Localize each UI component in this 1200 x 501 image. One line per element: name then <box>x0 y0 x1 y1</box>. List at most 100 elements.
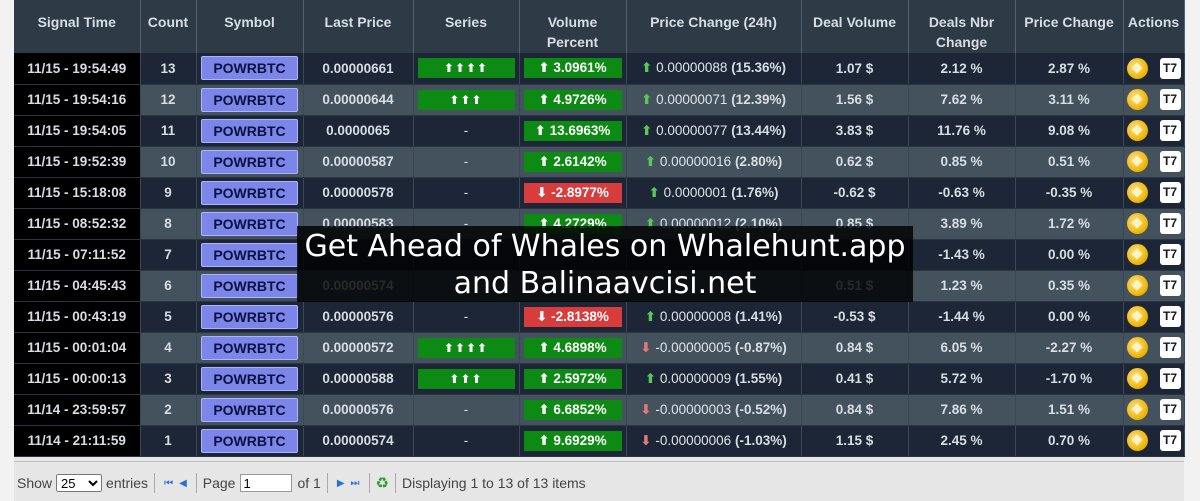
series-badge: ⬆⬆⬆ <box>417 368 515 389</box>
next-page-icon[interactable]: ▶ <box>337 478 345 489</box>
col-signal-time[interactable]: Signal Time <box>14 0 141 53</box>
symbol-button[interactable]: POWRBTC <box>201 87 298 112</box>
tradingview-icon[interactable]: T7 <box>1159 399 1181 420</box>
tradingview-icon[interactable]: T7 <box>1159 306 1181 327</box>
price-change-24h-cell: ⬆ 0.00000088 (15.36%) <box>626 53 802 85</box>
series-empty: - <box>463 185 469 200</box>
tradingview-icon[interactable]: T7 <box>1159 89 1181 110</box>
table-row[interactable]: 11/15 - 19:54:49 13 POWRBTC 0.00000661 ⬆… <box>14 53 1185 85</box>
deals-nbr-change: -1.43 % <box>908 239 1016 271</box>
col-deals-nbr-change[interactable]: Deals Nbr Change <box>908 0 1016 53</box>
signal-time: 11/14 - 21:11:59 <box>14 425 141 457</box>
table-row[interactable]: 11/14 - 21:11:59 1 POWRBTC 0.00000574 - … <box>14 425 1185 457</box>
price-change-value: 0.00000077 <box>656 122 728 138</box>
table-row[interactable]: 11/14 - 23:59:57 2 POWRBTC 0.00000576 - … <box>14 394 1185 426</box>
price-change-24h-cell: ⬆ 0.00000071 (12.39%) <box>626 84 802 116</box>
table-row[interactable]: 11/15 - 19:54:05 11 POWRBTC 0.0000065 - … <box>14 115 1185 147</box>
actions-cell: T7 <box>1123 115 1185 147</box>
col-actions: Actions <box>1123 0 1185 53</box>
symbol-button[interactable]: POWRBTC <box>201 273 298 298</box>
table-row[interactable]: 11/15 - 15:18:08 9 POWRBTC 0.00000578 - … <box>14 177 1185 209</box>
tradingview-icon[interactable]: T7 <box>1159 368 1181 389</box>
table-row[interactable]: 11/15 - 19:54:16 12 POWRBTC 0.00000644 ⬆… <box>14 84 1185 116</box>
binance-coin-icon[interactable] <box>1126 151 1148 172</box>
symbol-button[interactable]: POWRBTC <box>201 56 298 81</box>
series-empty: - <box>463 402 469 417</box>
price-change-24h-cell: ⬆ 0.0000001 (1.76%) <box>626 177 802 209</box>
binance-coin-icon[interactable] <box>1126 337 1148 358</box>
promo-line-1: Get Ahead of Whales on Whalehunt.app <box>304 229 906 264</box>
last-price: 0.00000588 <box>303 363 414 395</box>
tradingview-icon[interactable]: T7 <box>1159 151 1181 172</box>
col-price-change[interactable]: Price Change <box>1015 0 1124 53</box>
col-series[interactable]: Series <box>413 0 520 53</box>
col-count[interactable]: Count <box>140 0 197 53</box>
tradingview-icon[interactable]: T7 <box>1159 57 1181 79</box>
tradingview-icon[interactable]: T7 <box>1159 244 1181 265</box>
last-price: 0.00000578 <box>303 177 414 209</box>
show-label: Show <box>17 475 53 491</box>
binance-coin-icon[interactable] <box>1126 57 1148 79</box>
price-change-value: -0.00000005 <box>655 339 732 355</box>
volume-percent-cell: ⬆ 6.6852% <box>519 394 627 426</box>
price-change: 0.00 % <box>1015 301 1124 333</box>
binance-coin-icon[interactable] <box>1126 182 1148 203</box>
tradingview-icon[interactable]: T7 <box>1159 120 1181 141</box>
col-deal-volume[interactable]: Deal Volume <box>801 0 909 53</box>
actions-cell: T7 <box>1123 301 1185 333</box>
symbol-button[interactable]: POWRBTC <box>201 366 298 391</box>
deal-volume: 1.56 $ <box>801 84 909 116</box>
binance-coin-icon[interactable] <box>1126 120 1148 141</box>
signal-count: 2 <box>140 394 197 426</box>
last-price: 0.00000644 <box>303 84 414 116</box>
page-label: Page <box>202 475 236 491</box>
table-row[interactable]: 11/15 - 00:43:19 5 POWRBTC 0.00000576 - … <box>14 301 1185 333</box>
symbol-button[interactable]: POWRBTC <box>201 428 298 453</box>
price-change-value: 0.00000008 <box>659 308 732 324</box>
table-row[interactable]: 11/15 - 00:00:13 3 POWRBTC 0.00000588 ⬆⬆… <box>14 363 1185 395</box>
tradingview-icon[interactable]: T7 <box>1159 275 1181 296</box>
signal-time: 11/15 - 00:01:04 <box>14 332 141 364</box>
binance-coin-icon[interactable] <box>1126 430 1148 451</box>
symbol-button[interactable]: POWRBTC <box>201 242 298 267</box>
last-page-icon[interactable]: ⏭ <box>351 478 360 489</box>
tradingview-icon[interactable]: T7 <box>1159 182 1181 203</box>
binance-coin-icon[interactable] <box>1126 399 1148 420</box>
signal-count: 10 <box>140 146 197 178</box>
symbol-button[interactable]: POWRBTC <box>201 118 298 143</box>
tradingview-icon[interactable]: T7 <box>1159 213 1181 234</box>
binance-coin-icon[interactable] <box>1126 89 1148 110</box>
refresh-icon[interactable]: ♻ <box>376 474 389 492</box>
binance-coin-icon[interactable] <box>1126 275 1148 296</box>
binance-coin-icon[interactable] <box>1126 306 1148 327</box>
symbol-button[interactable]: POWRBTC <box>201 180 298 205</box>
volume-percent-cell: ⬆ 2.6142% <box>519 146 627 178</box>
last-price: 0.00000587 <box>303 146 414 178</box>
symbol-button[interactable]: POWRBTC <box>201 304 298 329</box>
page-size-select[interactable]: 25 <box>56 474 103 492</box>
prev-page-icon[interactable]: ◀ <box>179 478 187 489</box>
first-page-icon[interactable]: ⏮ <box>164 478 173 489</box>
volume-percent-cell: ⬆ 2.5972% <box>519 363 627 395</box>
symbol-button[interactable]: POWRBTC <box>201 149 298 174</box>
symbol-button[interactable]: POWRBTC <box>201 211 298 236</box>
deal-volume: 0.84 $ <box>801 332 909 364</box>
price-change-value: 0.00000009 <box>659 370 732 386</box>
col-price-change-24h[interactable]: Price Change (24h) <box>626 0 802 53</box>
symbol-button[interactable]: POWRBTC <box>201 397 298 422</box>
tradingview-icon[interactable]: T7 <box>1159 337 1181 358</box>
page-number-input[interactable] <box>240 474 293 492</box>
col-last-price[interactable]: Last Price <box>303 0 414 53</box>
col-volume-percent[interactable]: Volume Percent <box>519 0 627 53</box>
tradingview-icon[interactable]: T7 <box>1159 430 1181 451</box>
symbol-button[interactable]: POWRBTC <box>201 335 298 360</box>
col-symbol[interactable]: Symbol <box>196 0 304 53</box>
symbol-cell: POWRBTC <box>196 301 304 333</box>
table-row[interactable]: 11/15 - 19:52:39 10 POWRBTC 0.00000587 -… <box>14 146 1185 178</box>
table-row[interactable]: 11/15 - 00:01:04 4 POWRBTC 0.00000572 ⬆⬆… <box>14 332 1185 364</box>
binance-coin-icon[interactable] <box>1126 213 1148 234</box>
volume-percent-badge: ⬆ 9.6929% <box>523 430 622 451</box>
binance-coin-icon[interactable] <box>1126 368 1148 389</box>
volume-percent-cell: ⬇ -2.8977% <box>519 177 627 209</box>
binance-coin-icon[interactable] <box>1126 244 1148 265</box>
